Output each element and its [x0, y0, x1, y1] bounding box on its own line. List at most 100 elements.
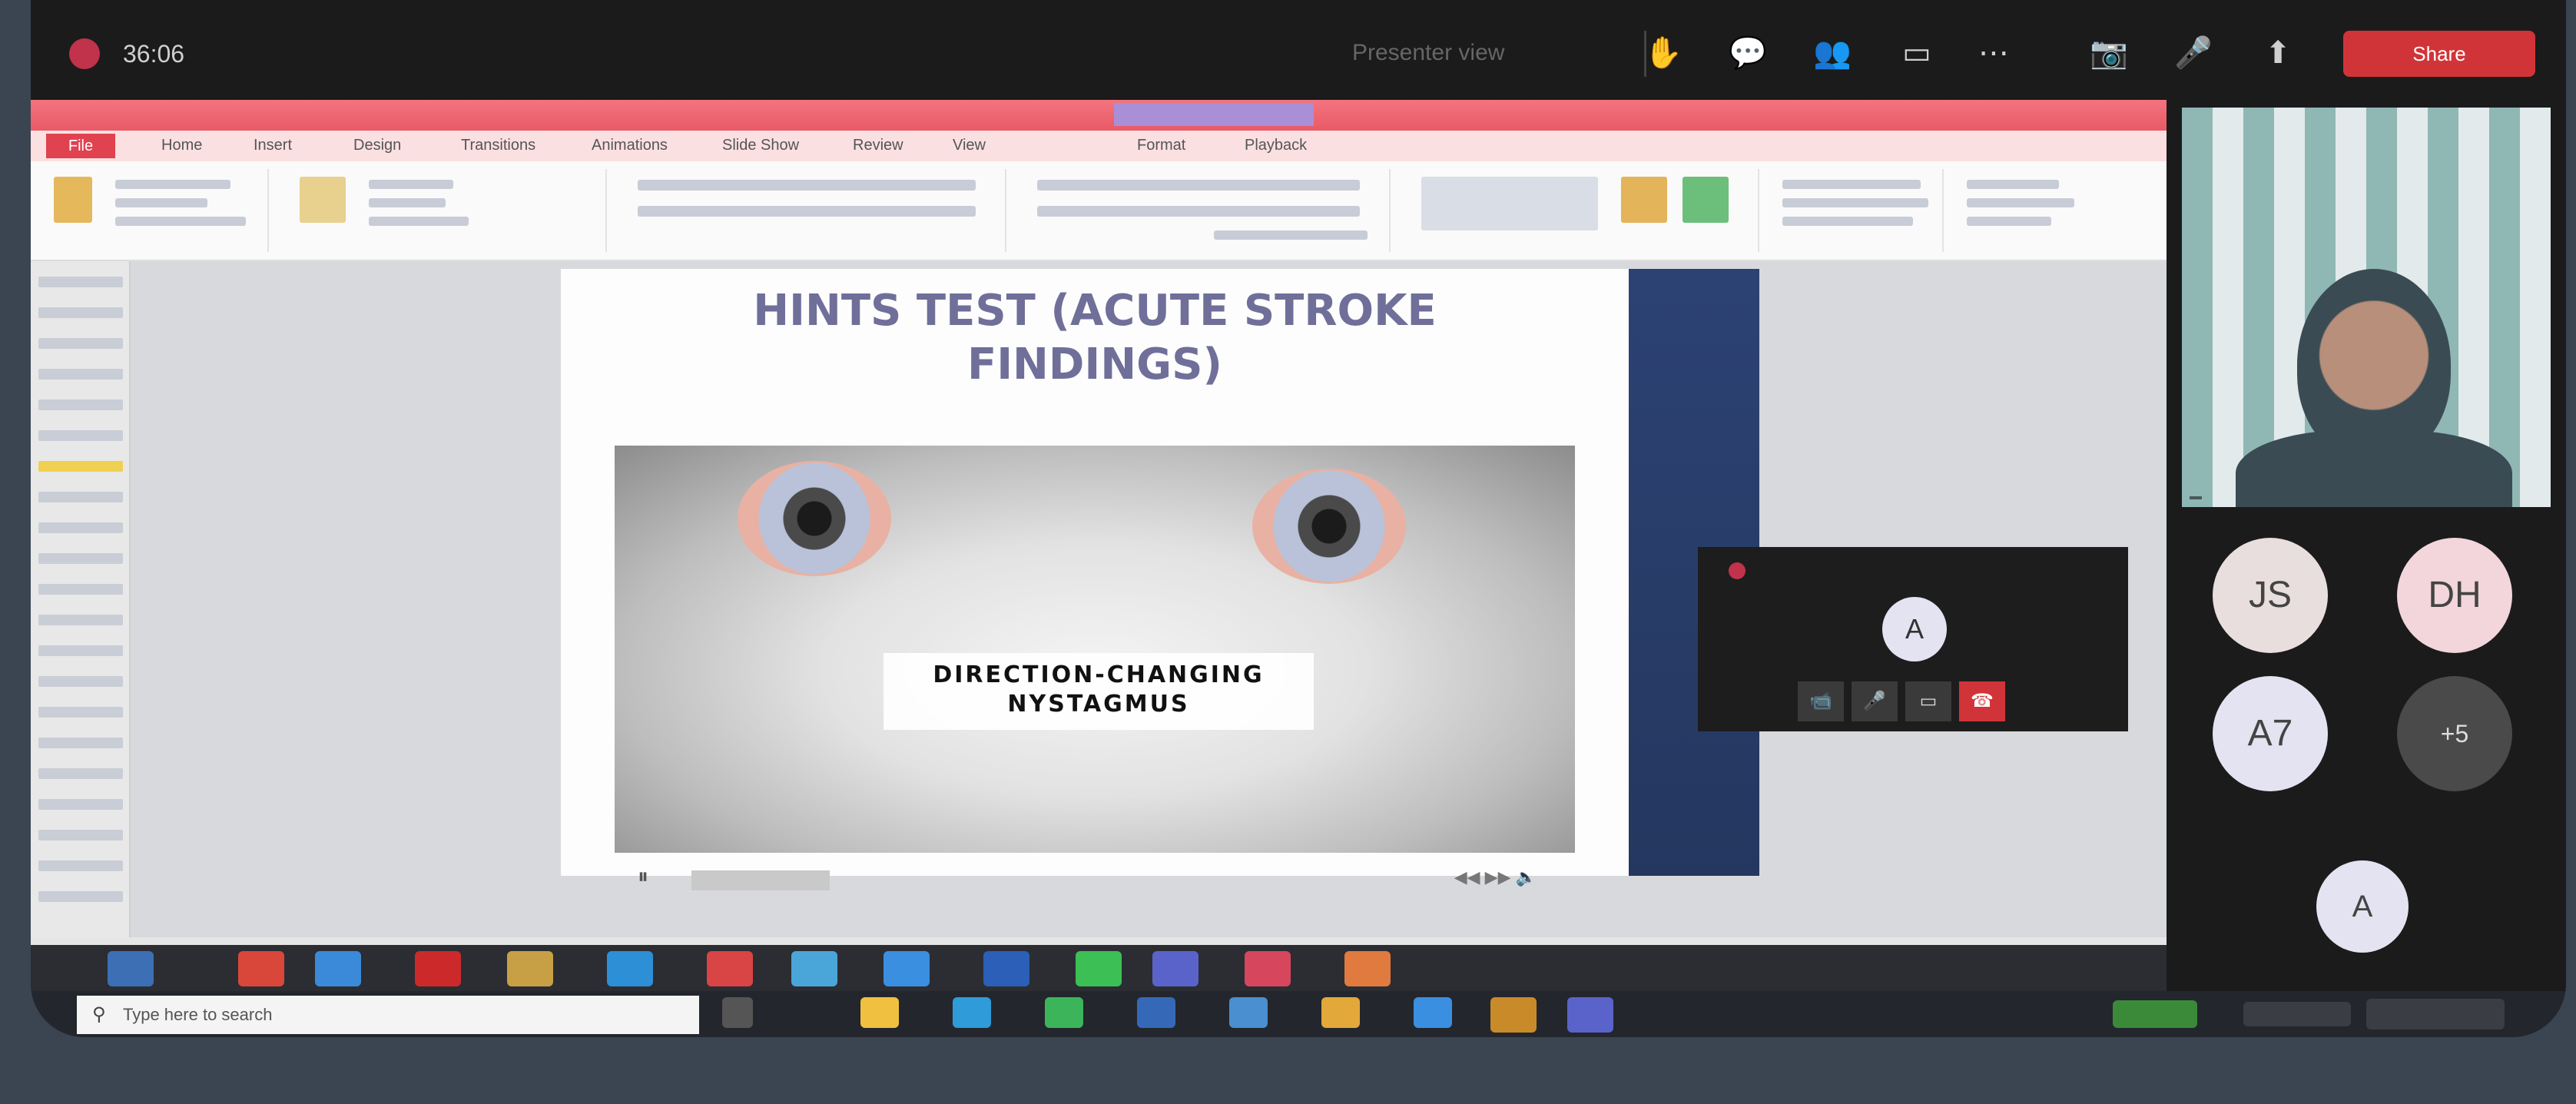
- teams-logo-icon: [1729, 562, 1746, 579]
- participant-avatar: A7: [2213, 676, 2328, 791]
- taskbar-app-icon[interactable]: [1229, 997, 1268, 1028]
- right-eye-image: [1252, 469, 1406, 584]
- taskbar-app-icon[interactable]: [607, 951, 653, 986]
- view-layout-icon[interactable]: ▭: [1898, 34, 1936, 72]
- play-pause-icon[interactable]: ⏸: [638, 864, 648, 890]
- chrome-app-icon[interactable]: [1321, 997, 1360, 1028]
- powerpoint-title-bar: [31, 100, 2167, 131]
- chat-icon[interactable]: 💬: [1729, 34, 1767, 72]
- participant-avatar: JS: [2213, 538, 2328, 653]
- tab-view[interactable]: View: [953, 137, 986, 154]
- video-controls: ⏸ ◀◀ ▶▶ 🔈: [615, 864, 1575, 895]
- taskbar-app-icon[interactable]: [791, 951, 837, 986]
- share-button[interactable]: Share: [2343, 31, 2535, 77]
- ribbon-group-font[interactable]: [622, 169, 1006, 252]
- video-caption-line-1: DIRECTION-CHANGING: [933, 661, 1265, 688]
- share-screen-icon[interactable]: ⬆: [2259, 34, 2297, 72]
- participant-avatar: DH: [2397, 538, 2512, 653]
- tab-home[interactable]: Home: [161, 137, 202, 154]
- ribbon-group-shape-format[interactable]: [1775, 169, 1944, 252]
- edge-app-icon[interactable]: [953, 997, 991, 1028]
- tab-insert[interactable]: Insert: [254, 137, 292, 154]
- slide-title[interactable]: HINTS TEST (ACUTE STROKE FINDINGS): [561, 284, 1629, 392]
- microphone-icon[interactable]: 🎤: [2174, 34, 2213, 72]
- video-caption-line-2: NYSTAGMUS: [1007, 691, 1190, 718]
- mini-call-window[interactable]: A 📹 🎤 ▭ ☎: [1698, 547, 2128, 731]
- hang-up-button[interactable]: ☎: [1959, 681, 2005, 721]
- slide-title-line-1: HINTS TEST (ACUTE STROKE: [753, 286, 1437, 336]
- tab-slide-show[interactable]: Slide Show: [722, 137, 799, 154]
- tab-animations[interactable]: Animations: [592, 137, 668, 154]
- system-tray-icons[interactable]: [2243, 1002, 2351, 1026]
- taskbar-app-icon[interactable]: [1245, 951, 1291, 986]
- speaker-name-tag: [2190, 496, 2202, 499]
- tab-file[interactable]: File: [46, 134, 115, 158]
- participant-overflow[interactable]: +5: [2397, 676, 2512, 791]
- screen: 36:06 Presenter view ✋ 💬 👥 ▭ ⋯ 📷 🎤 ⬆ Sha…: [31, 0, 2566, 1037]
- taskbar-app-strip: [31, 945, 2167, 991]
- taskbar-app-icon[interactable]: [1414, 997, 1452, 1028]
- participant-tile[interactable]: A: [2305, 860, 2420, 953]
- embedded-video[interactable]: DIRECTION-CHANGING NYSTAGMUS: [615, 446, 1575, 853]
- participant-tile[interactable]: JS: [2213, 538, 2328, 653]
- more-options-icon[interactable]: ⋯: [1974, 34, 2013, 72]
- volume-icon[interactable]: ◀◀ ▶▶ 🔈: [1454, 867, 1537, 887]
- taskbar-app-icon[interactable]: [415, 951, 461, 986]
- tab-format[interactable]: Format: [1137, 137, 1185, 154]
- overflow-count: +5: [2397, 676, 2512, 791]
- share-screen-icon[interactable]: ▭: [1905, 681, 1951, 721]
- ribbon-group-drawing[interactable]: [1406, 169, 1759, 252]
- ribbon-group-paragraph[interactable]: [1022, 169, 1391, 252]
- ribbon-tabs: File Home Insert Design Transitions Anim…: [31, 131, 2167, 161]
- taskbar-app-icon[interactable]: [108, 951, 154, 986]
- meeting-toolbar: 36:06 Presenter view ✋ 💬 👥 ▭ ⋯ 📷 🎤 ⬆ Sha…: [31, 0, 2566, 100]
- search-placeholder: Type here to search: [123, 1005, 273, 1024]
- hand-raise-icon[interactable]: ✋: [1644, 34, 1683, 72]
- teams-app-icon[interactable]: [1152, 951, 1198, 986]
- taskbar-app-icon[interactable]: [884, 951, 930, 986]
- tab-design[interactable]: Design: [353, 137, 401, 154]
- left-eye-image: [738, 461, 891, 576]
- clock[interactable]: [2366, 999, 2505, 1029]
- taskbar-app-icon[interactable]: [507, 951, 553, 986]
- powerpoint-window: File Home Insert Design Transitions Anim…: [31, 100, 2167, 945]
- tab-transitions[interactable]: Transitions: [461, 137, 535, 154]
- ribbon-group-slides[interactable]: [284, 169, 607, 252]
- taskbar-app-icon[interactable]: [238, 951, 284, 986]
- taskbar-app-icon[interactable]: [1490, 997, 1537, 1033]
- teams-logo-icon: [69, 38, 100, 69]
- taskbar-app-icon[interactable]: [1045, 997, 1083, 1028]
- participant-tile[interactable]: DH: [2397, 538, 2512, 653]
- camera-icon[interactable]: 📹: [1798, 681, 1844, 721]
- ribbon-group-clipboard[interactable]: [38, 169, 269, 252]
- taskbar-app-icon[interactable]: [707, 951, 753, 986]
- tab-playback[interactable]: Playback: [1245, 137, 1307, 154]
- search-icon: ⚲: [92, 1004, 106, 1025]
- search-input[interactable]: ⚲ Type here to search: [77, 996, 699, 1034]
- participant-tile[interactable]: A7: [2213, 676, 2328, 791]
- task-view-icon[interactable]: [722, 997, 753, 1028]
- participants-panel: JS DH A7 +5 A: [2167, 100, 2566, 991]
- presenter-view-label: Presenter view: [1352, 40, 1505, 65]
- tab-review[interactable]: Review: [853, 137, 903, 154]
- teams-app-icon[interactable]: [1567, 997, 1613, 1033]
- mini-call-avatar: A: [1882, 597, 1947, 661]
- whatsapp-app-icon[interactable]: [1076, 951, 1122, 986]
- taskbar-app-icon[interactable]: [1137, 997, 1175, 1028]
- powerpoint-app-icon[interactable]: [1344, 951, 1391, 986]
- video-caption: DIRECTION-CHANGING NYSTAGMUS: [884, 653, 1314, 730]
- contextual-tools-tab[interactable]: [1114, 103, 1314, 126]
- slide-thumbnails-pane[interactable]: [31, 261, 131, 937]
- video-progress-bar[interactable]: [691, 870, 830, 890]
- active-speaker-video[interactable]: [2182, 108, 2551, 507]
- microphone-icon[interactable]: 🎤: [1852, 681, 1898, 721]
- camera-icon[interactable]: 📷: [2090, 34, 2128, 72]
- slide-title-line-2: FINDINGS): [966, 340, 1223, 390]
- slide[interactable]: HINTS TEST (ACUTE STROKE FINDINGS) DIREC…: [561, 269, 1629, 890]
- participants-icon[interactable]: 👥: [1813, 34, 1852, 72]
- word-app-icon[interactable]: [983, 951, 1029, 986]
- taskbar-app-icon[interactable]: [315, 951, 361, 986]
- ribbon-group-editing[interactable]: [1959, 169, 2097, 252]
- file-explorer-icon[interactable]: [860, 997, 899, 1028]
- battery-indicator[interactable]: [2113, 1000, 2197, 1028]
